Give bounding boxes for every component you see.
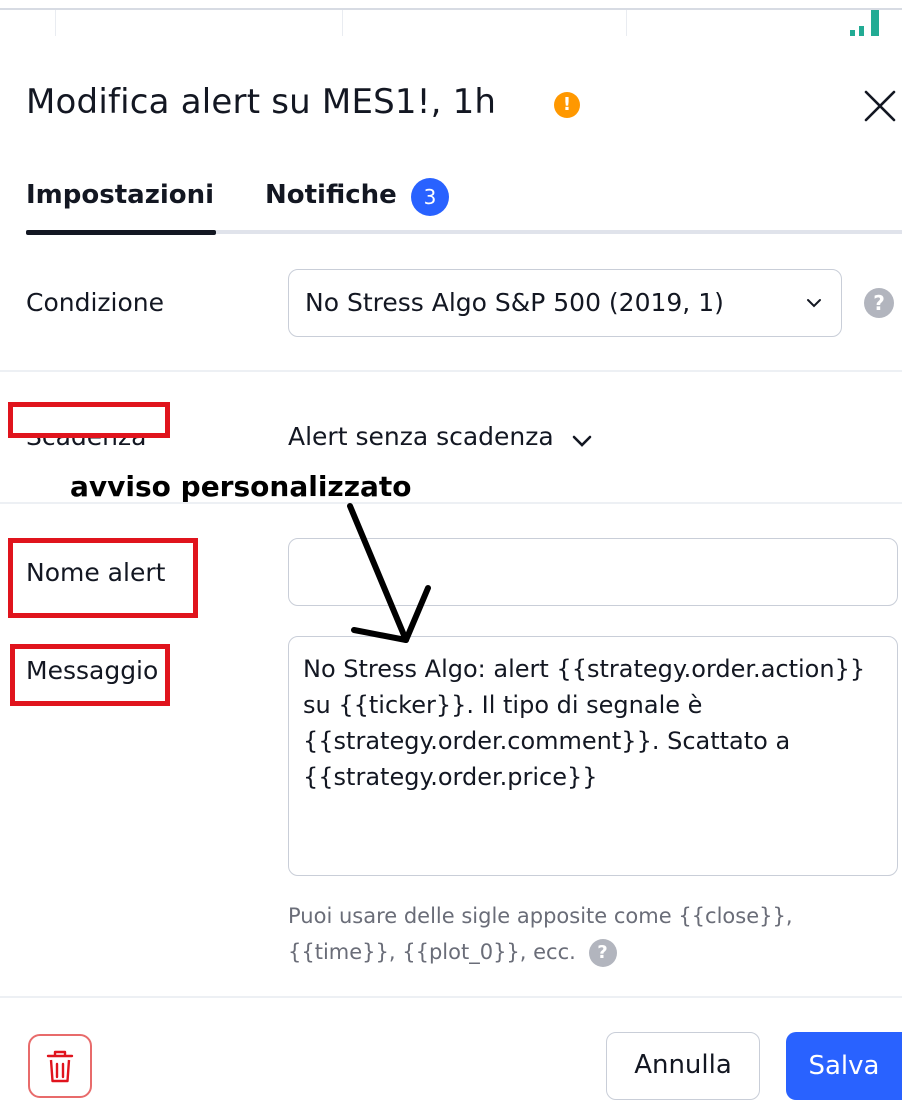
hint-body: Puoi usare delle sigle apposite come {{c… [288,904,793,964]
condition-label: Condizione [26,288,165,317]
chevron-down-icon [807,299,821,308]
hint-text: Puoi usare delle sigle apposite come {{c… [288,898,878,970]
trash-icon [46,1050,74,1083]
annotation-highlight-box [8,402,170,438]
cancel-button[interactable]: Annulla [606,1032,760,1100]
divider [0,370,902,372]
exclamation-circle-icon: ! [554,92,580,118]
annotation-arrow [347,503,431,643]
chart-gridline [55,10,56,36]
chart-border [0,8,902,10]
condition-value: No Stress Algo S&P 500 (2019, 1) [305,288,724,317]
chart-volume-bar [871,10,879,36]
message-label: Messaggio [26,656,159,685]
expiry-dropdown[interactable]: Alert senza scadenza [288,422,595,451]
notification-count-badge: 3 [411,178,449,216]
divider [0,502,902,504]
chart-volume-bar [850,30,855,36]
close-icon[interactable] [862,88,898,124]
save-button[interactable]: Salva [786,1032,902,1100]
expiry-value: Alert senza scadenza [288,422,554,451]
message-textarea[interactable]: No Stress Algo: alert {{strategy.order.a… [288,636,898,876]
annotation-note: avviso personalizzato [70,470,412,503]
divider [0,996,902,998]
chart-strip [0,0,902,40]
delete-button[interactable] [28,1034,92,1098]
name-label: Nome alert [26,558,166,587]
tab-notifiche[interactable]: Notifiche [265,180,397,210]
tab-impostazioni[interactable]: Impostazioni [26,180,214,210]
active-tab-indicator [26,230,216,235]
condition-select[interactable]: No Stress Algo S&P 500 (2019, 1) [288,269,842,337]
chart-volume-bar [859,26,864,36]
dialog-title: Modifica alert su MES1!, 1h [26,82,497,122]
help-icon[interactable]: ? [588,939,617,967]
help-icon[interactable]: ? [864,288,894,318]
chart-gridline [626,10,627,36]
chart-gridline [342,10,343,36]
chevron-down-icon [572,435,592,447]
